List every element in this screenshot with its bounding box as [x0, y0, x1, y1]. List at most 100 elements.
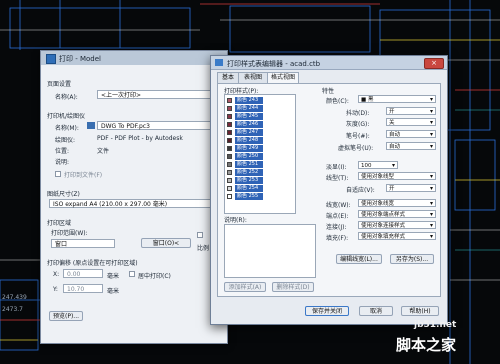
plot-area-section-label: 打印区域	[47, 220, 72, 227]
cancel-button[interactable]: 取消	[359, 306, 393, 316]
close-button[interactable]: ×	[424, 58, 444, 69]
color-swatch	[227, 114, 232, 119]
style-name: 颜色 243	[235, 97, 263, 104]
adaptive-select[interactable]: 开	[386, 184, 436, 193]
tab-table-view[interactable]: 表视图	[238, 72, 268, 83]
plot-style-icon	[215, 59, 223, 66]
style-name: 颜色 249	[235, 145, 263, 152]
joinstyle-select[interactable]: 使用对象连接样式	[358, 221, 436, 230]
x-offset-input[interactable]: 0.00	[63, 269, 103, 278]
description-textarea[interactable]	[224, 224, 316, 278]
tab-basic[interactable]: 基本	[217, 72, 239, 83]
color-label: 颜色(C):	[326, 98, 349, 105]
fill-select[interactable]: 使用对象填充样式	[358, 232, 436, 241]
endstyle-label: 端点(E):	[326, 213, 349, 220]
print-to-file-label: 打印到文件(F)	[64, 172, 103, 179]
list-item[interactable]: 颜色 249	[225, 145, 295, 152]
color-swatch	[227, 154, 232, 159]
scale-label: 比例	[197, 245, 210, 252]
plot-styles-list[interactable]: 颜色 243 颜色 244 颜色 245 颜色 246 颜色 247 颜色 24…	[224, 94, 296, 214]
plot-dialog-titlebar[interactable]: 打印 - Model	[41, 51, 227, 66]
editor-title: 打印样式表编辑器 - acad.ctb	[227, 60, 321, 68]
editor-titlebar[interactable]: 打印样式表编辑器 - acad.ctb ×	[211, 56, 447, 70]
screening-label: 淡显(I):	[326, 164, 347, 171]
list-item[interactable]: 颜色 246	[225, 121, 295, 128]
plot-dialog-body: 页面设置 名称(A): <上一次打印> 打印机/绘图仪 名称(M): DWG T…	[41, 65, 227, 343]
color-select[interactable]: ■ 黑	[358, 95, 436, 104]
y-offset-label: Y:	[53, 286, 58, 293]
list-item[interactable]: 颜色 255	[225, 193, 295, 200]
linetype-select[interactable]: 使用对象线型	[358, 172, 436, 181]
list-item[interactable]: 颜色 252	[225, 169, 295, 176]
color-swatch	[227, 106, 232, 111]
list-item[interactable]: 颜色 253	[225, 177, 295, 184]
save-as-button[interactable]: 另存为(S)...	[390, 254, 434, 264]
y-offset-input[interactable]: 10.70	[63, 284, 103, 293]
style-name: 颜色 254	[235, 185, 263, 192]
location-label: 位置:	[55, 148, 70, 155]
endstyle-select[interactable]: 使用对象端点样式	[358, 210, 436, 219]
coord-text: 2473.7	[2, 306, 23, 313]
edit-lineweights-button[interactable]: 编辑线宽(L)...	[336, 254, 382, 264]
fit-to-paper-checkbox[interactable]	[197, 232, 203, 238]
color-swatch	[227, 186, 232, 191]
help-button[interactable]: 帮助(H)	[401, 306, 439, 316]
plot-offset-section-label: 打印偏移 (原点设置在可打印区域)	[47, 260, 138, 267]
properties-label: 特性	[322, 88, 335, 95]
color-swatch	[227, 178, 232, 183]
color-swatch	[227, 170, 232, 175]
printer-name-select[interactable]: DWG To PDF.pc3	[97, 121, 217, 130]
list-item[interactable]: 颜色 243	[225, 97, 295, 104]
color-swatch	[227, 98, 232, 103]
print-to-file-checkbox[interactable]	[55, 171, 61, 177]
coord-text: 247.439	[2, 294, 27, 301]
plot-style-editor-dialog: 打印样式表编辑器 - acad.ctb × 基本 表视图 格式视图 打印样式(P…	[210, 55, 448, 325]
form-view-panel: 打印样式(P): 颜色 243 颜色 244 颜色 245 颜色 246 颜色 …	[217, 83, 441, 297]
autocad-app-icon	[46, 54, 56, 64]
description-label: 说明:	[55, 159, 70, 166]
list-item[interactable]: 颜色 251	[225, 161, 295, 168]
color-swatch	[227, 194, 232, 199]
plot-range-label: 打印范围(W):	[51, 230, 88, 237]
style-name: 颜色 250	[235, 153, 263, 160]
page-setup-name-select[interactable]: <上一次打印>	[97, 90, 217, 99]
virtual-pen-spinner[interactable]: 自动	[386, 142, 436, 151]
list-item[interactable]: 颜色 254	[225, 185, 295, 192]
x-offset-unit: 毫米	[107, 273, 120, 280]
color-swatch	[227, 162, 232, 167]
y-offset-unit: 毫米	[107, 288, 120, 295]
screening-spinner[interactable]: 100	[358, 161, 398, 170]
list-item[interactable]: 颜色 244	[225, 105, 295, 112]
location-value: 文件	[97, 148, 110, 155]
color-swatch	[227, 146, 232, 151]
style-name: 颜色 255	[235, 193, 263, 200]
add-style-button[interactable]: 添加样式(A)	[224, 282, 266, 292]
list-item[interactable]: 颜色 247	[225, 129, 295, 136]
pen-number-label: 笔号(#):	[346, 133, 370, 140]
style-name: 颜色 252	[235, 169, 263, 176]
color-swatch	[227, 130, 232, 135]
lineweight-select[interactable]: 使用对象线宽	[358, 199, 436, 208]
printer-name-label: 名称(M):	[55, 125, 79, 132]
dither-select[interactable]: 开	[386, 107, 436, 116]
pen-number-spinner[interactable]: 自动	[386, 130, 436, 139]
page-setup-section-label: 页面设置	[47, 81, 72, 88]
plot-range-select[interactable]: 窗口	[51, 239, 115, 248]
preview-button[interactable]: 预览(P)...	[49, 311, 83, 321]
plotter-label: 绘图仪:	[55, 137, 76, 144]
grayscale-label: 灰度(G):	[346, 121, 370, 128]
grayscale-select[interactable]: 关	[386, 118, 436, 127]
dither-label: 抖动(D):	[346, 110, 370, 117]
color-swatch	[227, 122, 232, 127]
list-item[interactable]: 颜色 250	[225, 153, 295, 160]
list-item[interactable]: 颜色 248	[225, 137, 295, 144]
paper-size-section-label: 图纸尺寸(Z)	[47, 191, 80, 198]
center-plot-checkbox[interactable]	[129, 271, 135, 277]
save-close-button[interactable]: 保存并关闭	[305, 306, 349, 316]
delete-style-button[interactable]: 删除样式(D)	[272, 282, 314, 292]
window-pick-button[interactable]: 窗口(O)<	[141, 238, 191, 248]
list-item[interactable]: 颜色 245	[225, 113, 295, 120]
adaptive-label: 自适应(V):	[346, 187, 375, 194]
style-name: 颜色 248	[235, 137, 263, 144]
paper-size-select[interactable]: ISO expand A4 (210.00 x 297.00 毫米)	[49, 199, 221, 208]
